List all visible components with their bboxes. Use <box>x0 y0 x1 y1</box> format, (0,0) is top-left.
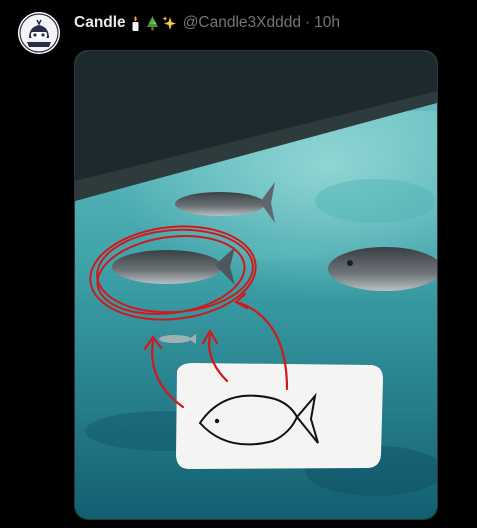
aquarium-photo <box>75 51 437 519</box>
sparkles-emoji-icon <box>162 15 176 30</box>
christmas-tree-emoji-icon <box>146 15 158 30</box>
separator-dot: · <box>304 14 311 31</box>
tweet-photo[interactable] <box>74 50 438 520</box>
avatar[interactable] <box>18 12 60 54</box>
candle-emoji-icon <box>132 15 139 31</box>
user-handle[interactable]: @Candle3Xdddd <box>183 13 301 33</box>
tweet[interactable]: Candle @Candle3Xdddd · 10h <box>0 0 477 528</box>
timestamp[interactable]: 10h <box>314 13 340 33</box>
name-emojis <box>128 15 179 32</box>
tweet-header: Candle @Candle3Xdddd · 10h <box>74 13 340 33</box>
avatar-icon <box>18 12 60 54</box>
display-name[interactable]: Candle <box>74 13 126 33</box>
